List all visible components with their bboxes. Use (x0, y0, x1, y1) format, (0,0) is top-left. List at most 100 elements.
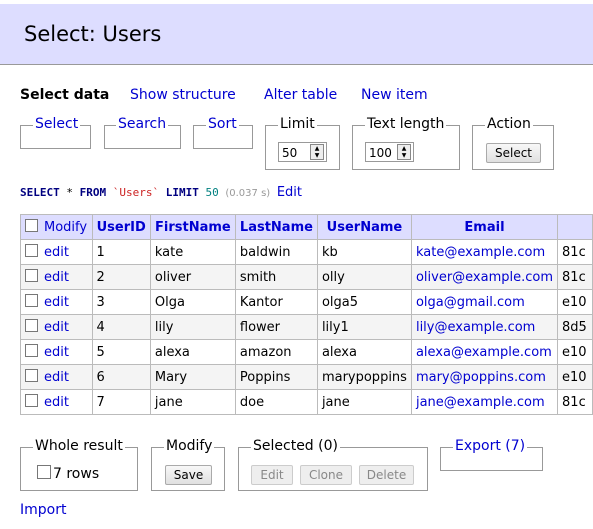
spinner-arrows-icon[interactable]: ▲ ▼ (397, 144, 411, 160)
text-length-input[interactable]: 100 ▲ ▼ (365, 142, 414, 162)
cell-email[interactable]: kate@example.com (410, 239, 559, 265)
query-time: (0.037 s) (225, 188, 271, 199)
cell-email[interactable]: lily@example.com (410, 314, 559, 340)
export-link[interactable]: Export (7) (453, 438, 528, 454)
row-checkbox[interactable] (25, 244, 38, 257)
cell-email[interactable]: alexa@example.com (410, 339, 559, 365)
modify-label: Modify (164, 438, 215, 454)
col-header-extra[interactable] (557, 214, 593, 240)
nav-alter-table[interactable]: Alter table (264, 87, 337, 103)
cell-extra: 81c (557, 389, 593, 415)
email-link[interactable]: alexa@example.com (416, 345, 552, 360)
select-fieldset: Select (20, 116, 91, 149)
cell-email[interactable]: jane@example.com (410, 389, 559, 415)
cell-lastname: Kantor (234, 289, 318, 315)
sort-fieldset: Sort (193, 116, 253, 149)
nav-show-structure[interactable]: Show structure (130, 87, 236, 103)
cell-lastname: smith (234, 264, 318, 290)
search-link[interactable]: Search (116, 116, 169, 132)
cell-lastname: doe (234, 389, 318, 415)
sort-link[interactable]: Sort (206, 116, 239, 132)
limit-input[interactable]: 50 ▲ ▼ (278, 142, 327, 162)
edit-query-link[interactable]: Edit (277, 185, 302, 200)
row-modify-cell: edit (20, 364, 93, 390)
sql-query: SELECT * FROM `Users` LIMIT 50 (0.037 s)… (20, 185, 302, 200)
row-edit-link[interactable]: edit (44, 395, 69, 410)
cell-firstname: alexa (149, 339, 236, 365)
clone-button[interactable]: Clone (300, 465, 352, 485)
limit-fieldset: Limit 50 ▲ ▼ (265, 116, 340, 170)
table-row: edit 2 oliver smith olly oliver@example.com 81… (20, 264, 593, 290)
row-modify-cell: edit (20, 389, 93, 415)
select-all-checkbox[interactable] (25, 219, 38, 232)
cell-email[interactable]: olga@gmail.com (410, 289, 559, 315)
export-fieldset: Export (7) (440, 438, 543, 471)
cell-firstname: Mary (149, 364, 236, 390)
edit-selected-button[interactable]: Edit (251, 465, 293, 485)
limit-value: 50 (282, 146, 298, 160)
cell-username: olly (316, 264, 412, 290)
email-link[interactable]: olga@gmail.com (416, 295, 525, 310)
row-modify-cell: edit (20, 264, 93, 290)
email-link[interactable]: jane@example.com (416, 395, 545, 410)
page-header: Select: Users (0, 4, 593, 65)
cell-email[interactable]: mary@poppins.com (410, 364, 559, 390)
nav-new-item[interactable]: New item (361, 87, 428, 103)
email-link[interactable]: lily@example.com (416, 320, 535, 335)
email-link[interactable]: oliver@example.com (416, 270, 553, 285)
row-edit-link[interactable]: edit (44, 370, 69, 385)
row-edit-link[interactable]: edit (44, 245, 69, 260)
cell-userid: 7 (91, 389, 151, 415)
whole-result-checkbox[interactable] (37, 465, 51, 479)
row-modify-cell: edit (20, 289, 93, 315)
select-columns-link[interactable]: Select (33, 116, 81, 132)
delete-button[interactable]: Delete (359, 465, 414, 485)
cell-userid: 5 (91, 339, 151, 365)
email-link[interactable]: kate@example.com (416, 245, 545, 260)
row-checkbox[interactable] (25, 369, 38, 382)
cell-username: olga5 (316, 289, 412, 315)
select-button[interactable]: Select (486, 143, 541, 163)
row-checkbox[interactable] (25, 319, 38, 332)
cell-lastname: Poppins (234, 364, 318, 390)
col-header[interactable]: FirstName (149, 214, 236, 240)
row-checkbox[interactable] (25, 294, 38, 307)
col-header[interactable]: UserName (316, 214, 412, 240)
row-checkbox[interactable] (25, 269, 38, 282)
cell-username: alexa (316, 339, 412, 365)
col-header[interactable]: LastName (234, 214, 318, 240)
row-edit-link[interactable]: edit (44, 295, 69, 310)
modify-fieldset: Modify Save (151, 438, 225, 491)
save-button[interactable]: Save (165, 465, 212, 485)
whole-result-option[interactable]: 7 rows (37, 465, 99, 482)
text-length-fieldset: Text length 100 ▲ ▼ (352, 116, 460, 170)
row-edit-link[interactable]: edit (44, 270, 69, 285)
row-checkbox[interactable] (25, 344, 38, 357)
cell-username: jane (316, 389, 412, 415)
spinner-arrows-icon[interactable]: ▲ ▼ (310, 144, 324, 160)
col-header[interactable]: Email (410, 214, 559, 240)
selected-label: Selected (0) (251, 438, 340, 454)
table-row: edit 3 Olga Kantor olga5 olga@gmail.com e10 (20, 289, 593, 315)
cell-extra: e10 (557, 289, 593, 315)
nav-select-data: Select data (20, 87, 110, 103)
cell-firstname: kate (149, 239, 236, 265)
cell-firstname: Olga (149, 289, 236, 315)
row-edit-link[interactable]: edit (44, 345, 69, 360)
whole-result-label: Whole result (33, 438, 125, 454)
row-edit-link[interactable]: edit (44, 320, 69, 335)
import-link[interactable]: Import (20, 502, 66, 518)
whole-result-fieldset: Whole result 7 rows (20, 438, 138, 491)
limit-label: Limit (278, 116, 317, 132)
row-modify-cell: edit (20, 339, 93, 365)
row-checkbox[interactable] (25, 394, 38, 407)
cell-lastname: amazon (234, 339, 318, 365)
cell-email[interactable]: oliver@example.com (410, 264, 559, 290)
cell-extra: 8d5 (557, 314, 593, 340)
action-label: Action (485, 116, 533, 132)
email-link[interactable]: mary@poppins.com (416, 370, 546, 385)
col-header[interactable]: UserID (91, 214, 151, 240)
page-title: Select: Users (24, 22, 162, 46)
modify-header[interactable]: Modify (20, 214, 93, 240)
row-modify-cell: edit (20, 239, 93, 265)
